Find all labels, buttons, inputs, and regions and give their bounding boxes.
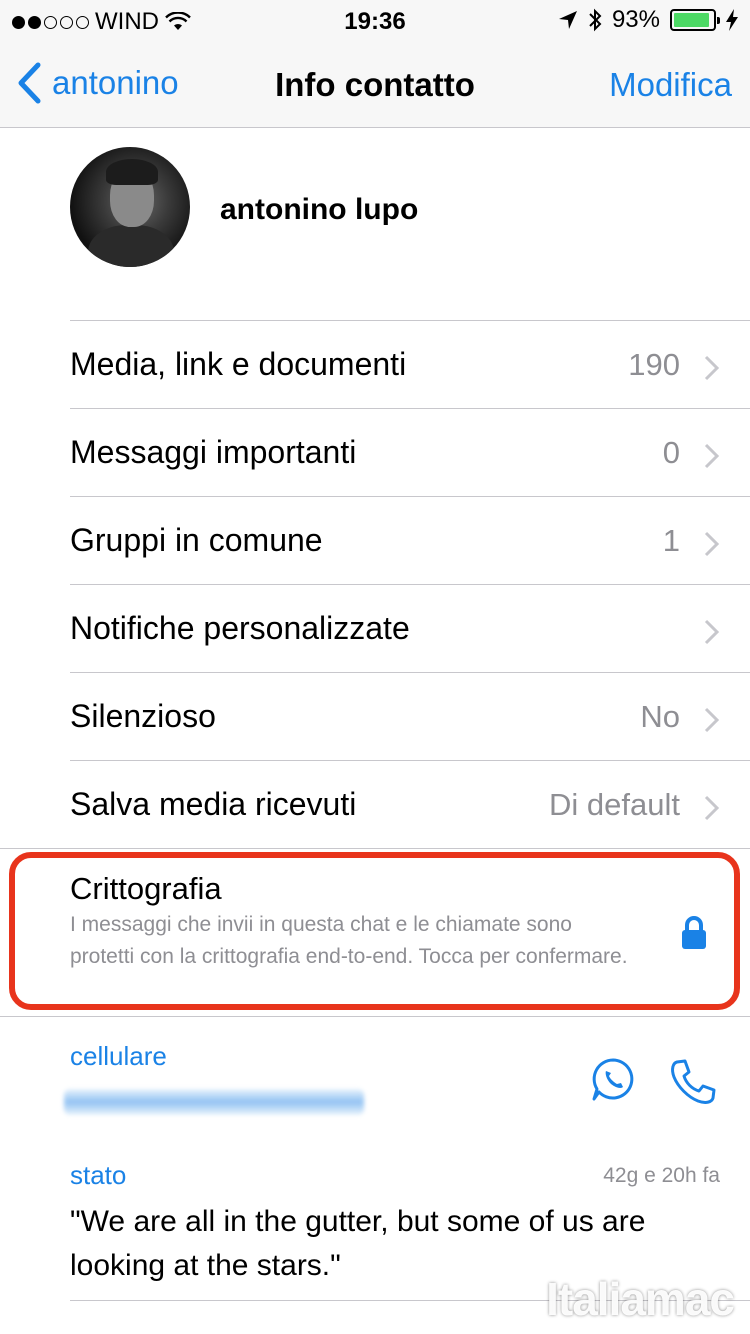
chevron-right-icon [704, 795, 720, 821]
chevron-right-icon [704, 531, 720, 557]
encryption-description: I messaggi che invii in questa chat e le… [70, 913, 628, 968]
encryption-row[interactable]: Crittografia I messaggi che invii in que… [0, 848, 750, 1016]
row-value: 190 [628, 347, 680, 382]
contact-options-list: Media, link e documenti 190 Messaggi imp… [0, 320, 750, 848]
charging-bolt-icon [726, 9, 738, 31]
profile-header: antonino lupo [0, 129, 750, 319]
whatsapp-call-icon[interactable] [590, 1057, 636, 1103]
row-media-links-docs[interactable]: Media, link e documenti 190 [70, 320, 750, 408]
row-label: Media, link e documenti [70, 346, 407, 382]
row-value: 1 [662, 523, 680, 558]
about-timestamp: 42g e 20h fa [603, 1164, 720, 1187]
row-groups-in-common[interactable]: Gruppi in comune 1 [70, 496, 750, 584]
status-bar: WIND 19:36 93% [0, 0, 750, 40]
contact-name: antonino lupo [220, 193, 419, 226]
phone-number-redacted[interactable] [64, 1089, 364, 1115]
bluetooth-icon [589, 8, 602, 32]
row-label: Notifiche personalizzate [70, 610, 410, 646]
edit-button[interactable]: Modifica [609, 66, 732, 104]
row-label: Salva media ricevuti [70, 786, 357, 822]
row-mute[interactable]: Silenzioso No [70, 672, 750, 760]
watermark-logo: Italiamac [546, 1273, 735, 1325]
row-label: Messaggi importanti [70, 434, 357, 470]
chevron-right-icon [704, 355, 720, 381]
chevron-right-icon [704, 619, 720, 645]
row-label: Silenzioso [70, 698, 216, 734]
battery-icon [670, 9, 720, 31]
encryption-title: Crittografia [70, 871, 222, 906]
chevron-right-icon [704, 707, 720, 733]
row-save-media[interactable]: Salva media ricevuti Di default [70, 760, 750, 848]
about-label: stato [70, 1160, 127, 1190]
row-value: 0 [662, 435, 680, 470]
avatar-hair [106, 159, 158, 185]
lock-icon [682, 916, 706, 949]
row-custom-notifications[interactable]: Notifiche personalizzate [70, 584, 750, 672]
avatar[interactable] [70, 147, 190, 267]
location-arrow-icon [558, 11, 577, 29]
battery-fill [674, 13, 710, 27]
chevron-right-icon [704, 443, 720, 469]
avatar-body [88, 225, 174, 267]
row-label: Gruppi in comune [70, 522, 323, 558]
phone-type-label: cellulare [70, 1041, 167, 1071]
row-value: No [640, 699, 680, 734]
status-bar-right: 93% [558, 6, 738, 34]
phone-call-icon[interactable] [668, 1057, 718, 1107]
phone-number-section: cellulare [0, 1016, 750, 1140]
navigation-bar: antonino Info contatto Modifica [0, 40, 750, 128]
row-starred-messages[interactable]: Messaggi importanti 0 [70, 408, 750, 496]
row-value: Di default [549, 787, 680, 822]
battery-percentage: 93% [611, 6, 660, 33]
